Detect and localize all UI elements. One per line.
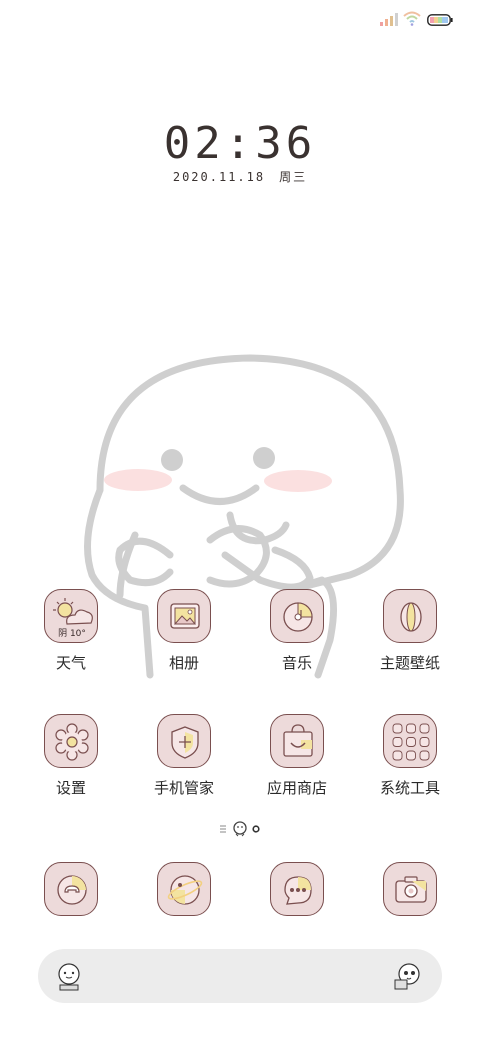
page-indicator[interactable] xyxy=(216,820,266,838)
theme-icon xyxy=(383,589,437,643)
app-label: 天气 xyxy=(55,654,86,672)
camera-icon xyxy=(383,862,437,916)
date-line: 2020.11.18 周三 xyxy=(0,168,480,185)
music-icon xyxy=(270,589,324,643)
weather-icon: 阴 10° xyxy=(44,589,98,643)
dock-browser[interactable] xyxy=(129,862,239,916)
dock-phone[interactable] xyxy=(16,862,126,916)
cartoon-face-icon xyxy=(58,963,80,991)
app-music[interactable]: 音乐 xyxy=(242,589,352,673)
app-label: 手机管家 xyxy=(153,779,214,797)
security-icon xyxy=(157,714,211,768)
app-system-tools[interactable]: 系统工具 xyxy=(355,714,465,798)
app-label: 相册 xyxy=(168,654,199,672)
battery-icon xyxy=(427,14,453,26)
settings-icon xyxy=(44,714,98,768)
messages-icon xyxy=(270,862,324,916)
search-bar[interactable] xyxy=(38,949,442,1003)
signal-icon xyxy=(380,13,398,26)
status-bar xyxy=(0,0,480,40)
app-label: 应用商店 xyxy=(266,779,327,797)
app-store-icon xyxy=(270,714,324,768)
system-tools-folder-icon xyxy=(383,714,437,768)
app-weather[interactable]: 阴 10° 天气 xyxy=(16,589,126,673)
app-label: 主题壁纸 xyxy=(379,654,440,672)
weekday-text: 周三 xyxy=(279,170,308,184)
app-theme[interactable]: 主题壁纸 xyxy=(355,589,465,673)
phone-icon xyxy=(44,862,98,916)
weather-icon-text: 阴 10° xyxy=(58,629,86,639)
app-gallery[interactable]: 相册 xyxy=(129,589,239,673)
date-text: 2020.11.18 xyxy=(172,170,266,184)
dock-messages[interactable] xyxy=(242,862,352,916)
gallery-icon xyxy=(157,589,211,643)
wifi-icon xyxy=(403,11,421,26)
app-label: 系统工具 xyxy=(379,779,440,797)
dock-camera[interactable] xyxy=(355,862,465,916)
clock-time: 02:36 xyxy=(163,118,317,169)
app-settings[interactable]: 设置 xyxy=(16,714,126,798)
app-label: 音乐 xyxy=(281,654,312,672)
app-security[interactable]: 手机管家 xyxy=(129,714,239,798)
app-store[interactable]: 应用商店 xyxy=(242,714,352,798)
browser-icon xyxy=(157,862,211,916)
app-label: 设置 xyxy=(55,779,86,797)
cartoon-character-icon xyxy=(394,963,420,990)
